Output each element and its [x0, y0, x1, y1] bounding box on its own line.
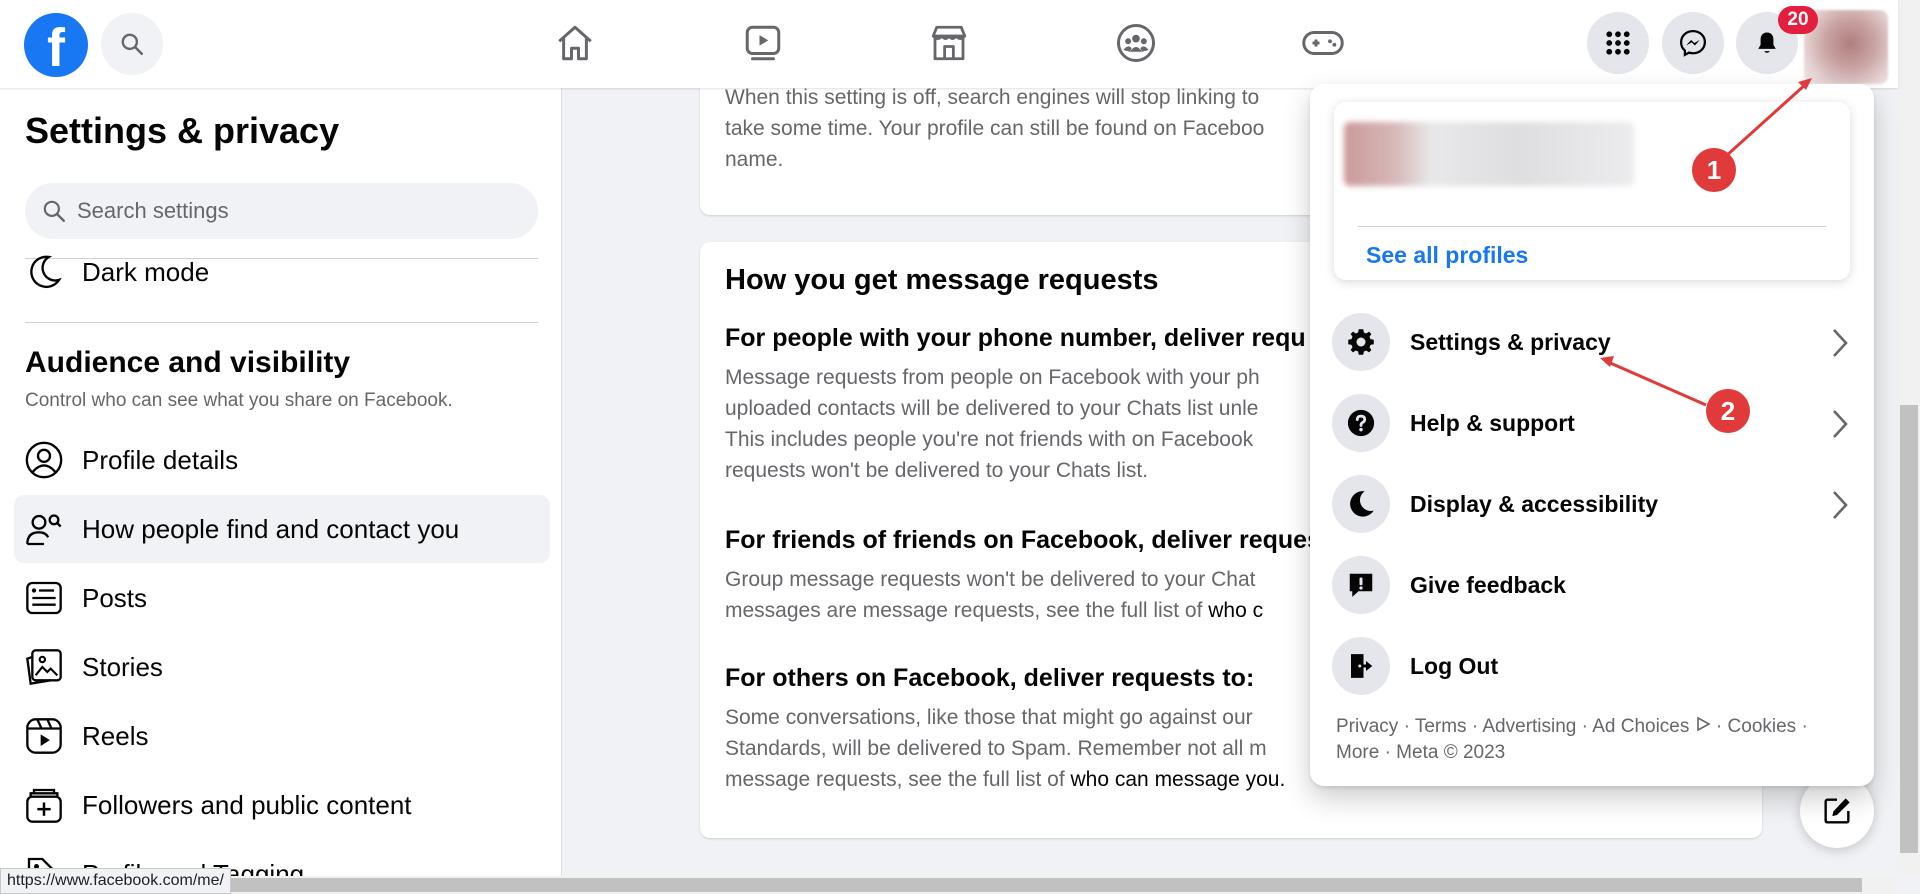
annotation-marker-2: 2: [1706, 389, 1750, 433]
annotation-arrows: [1600, 78, 1812, 407]
annotation-marker-1: 1: [1692, 148, 1736, 192]
